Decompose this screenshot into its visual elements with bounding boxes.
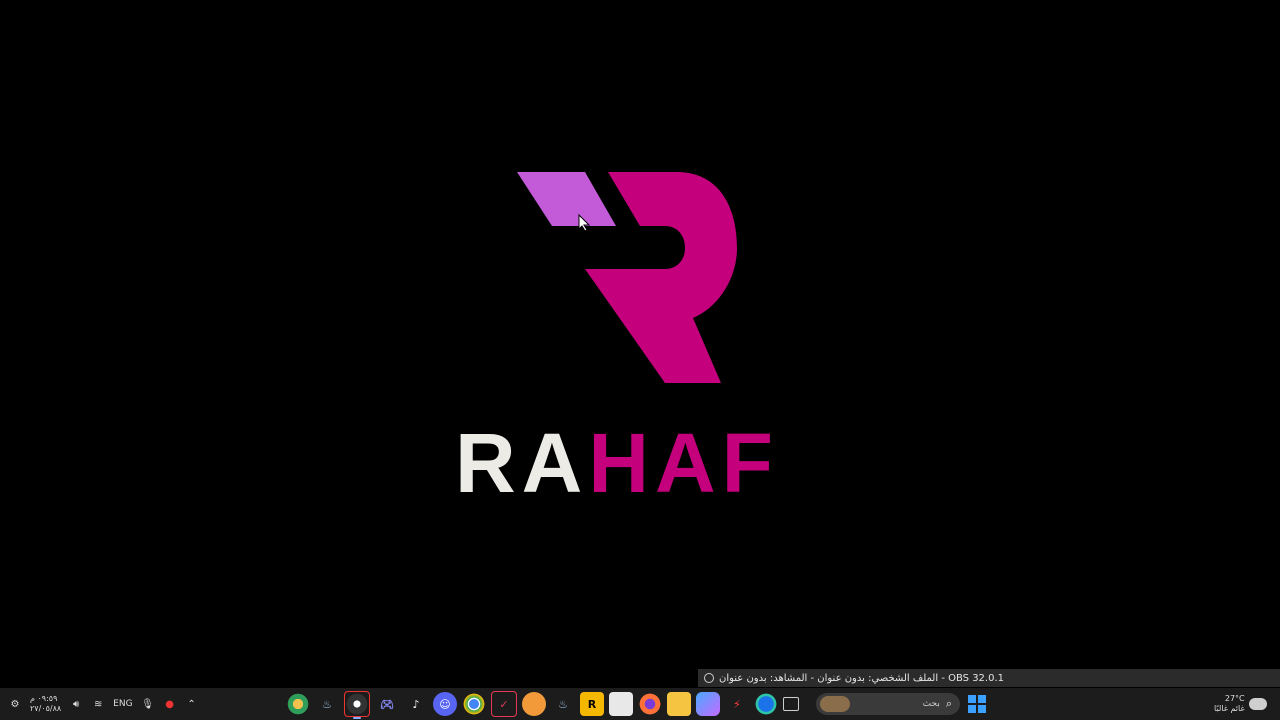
steam-icon[interactable]: ♨ <box>315 692 339 716</box>
rockstar-icon[interactable]: R <box>580 692 604 716</box>
firefox-icon[interactable] <box>638 692 662 716</box>
copilot-icon[interactable] <box>696 692 720 716</box>
wordmark-part2: HAF <box>588 416 779 510</box>
chevron-up-icon[interactable]: ⌃ <box>185 697 199 711</box>
search-highlight-image <box>820 696 850 712</box>
chrome-icon[interactable] <box>462 692 486 716</box>
volume-icon[interactable]: 🔊︎ <box>69 697 83 711</box>
rahaf-wordmark: RAHAF <box>455 418 835 508</box>
edge-icon[interactable] <box>754 692 778 716</box>
rahaf-logo-mark <box>517 172 737 383</box>
file-explorer-icon[interactable] <box>667 692 691 716</box>
logo-r-shape <box>585 172 737 383</box>
capcut-icon[interactable]: ✓ <box>491 691 517 717</box>
wifi-icon[interactable]: ≋ <box>91 697 105 711</box>
windows-logo-icon <box>968 695 976 703</box>
weather-desc: غائم غالبًا <box>1214 704 1245 713</box>
app-tray-icon[interactable]: ● <box>163 697 177 711</box>
weather-widget[interactable]: 27°C غائم غالبًا <box>1214 692 1276 716</box>
logo-parallelogram <box>517 172 616 226</box>
mouse-cursor-icon <box>578 214 590 232</box>
search-placeholder: بحث <box>922 699 940 709</box>
system-tray: ⚙ ٠٩:٥٩ م ٢٧/٠٥/٨٨ 🔊︎ ≋ ENG 🎙︎ ● ⌃ <box>8 688 199 720</box>
wordmark-part1: RA <box>455 416 589 510</box>
chrome-canary-icon[interactable] <box>286 692 310 716</box>
store-icon[interactable] <box>609 692 633 716</box>
controller-icon[interactable]: 🎮︎ <box>375 692 399 716</box>
arc-icon[interactable] <box>522 692 546 716</box>
clock[interactable]: ٠٩:٥٩ م ٢٧/٠٥/٨٨ <box>30 694 61 714</box>
search-icon: ⌕ <box>945 697 952 710</box>
taskbar: ⚙ ٠٩:٥٩ م ٢٧/٠٥/٨٨ 🔊︎ ≋ ENG 🎙︎ ● ⌃ ♨ 🎮︎ … <box>0 688 1280 720</box>
start-button[interactable] <box>968 695 986 713</box>
obs-taskbar-tooltip: الملف الشخصي: بدون عنوان - المشاهد: بدون… <box>698 669 1280 687</box>
notification-bell-icon[interactable]: ⚙ <box>8 697 22 711</box>
steam-icon[interactable]: ♨ <box>551 692 575 716</box>
discord-icon[interactable]: ☺ <box>433 692 457 716</box>
taskbar-search[interactable]: بحث ⌕ <box>816 693 960 715</box>
weather-temp: 27°C <box>1224 694 1245 703</box>
task-view-icon[interactable] <box>783 697 799 711</box>
tiktok-icon[interactable]: ♪ <box>404 692 428 716</box>
obs-tooltip-title: الملف الشخصي: بدون عنوان - المشاهد: بدون… <box>719 672 1004 684</box>
desktop: RAHAF <box>0 0 1280 688</box>
clock-date: ٢٧/٠٥/٨٨ <box>30 704 62 713</box>
pinned-apps: ♨ 🎮︎ ♪ ☺ ✓ ♨ R ⚡ <box>286 688 799 720</box>
language-indicator[interactable]: ENG <box>113 699 132 709</box>
obs-icon <box>704 673 714 683</box>
clock-time: ٠٩:٥٩ م <box>30 694 58 703</box>
spark-icon[interactable]: ⚡ <box>725 692 749 716</box>
microphone-icon[interactable]: 🎙︎ <box>141 697 155 711</box>
obs-icon[interactable] <box>344 691 370 719</box>
cloud-icon <box>1248 698 1267 710</box>
